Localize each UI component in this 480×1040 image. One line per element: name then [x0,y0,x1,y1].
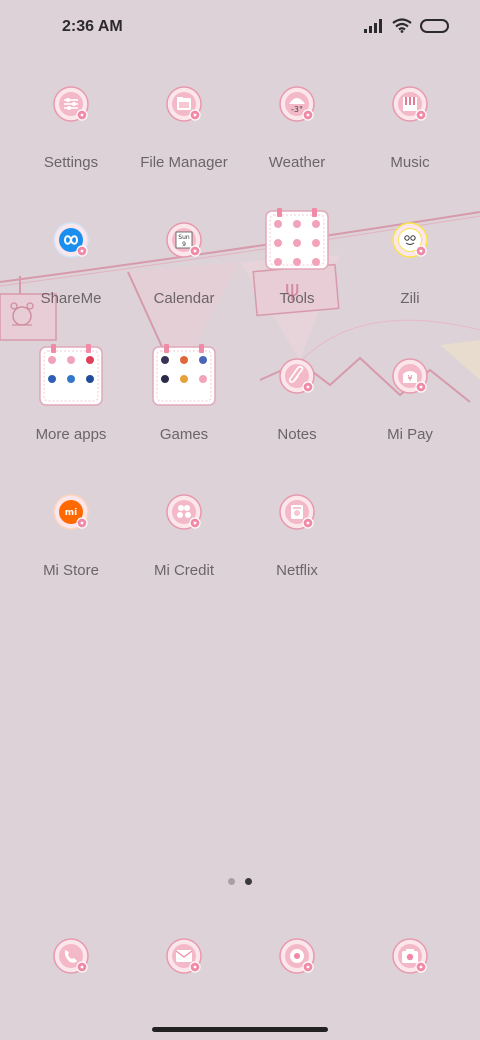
status-icons [364,18,450,33]
app-notes[interactable]: Notes [240,336,354,472]
dock-phone[interactable] [53,938,89,974]
app-mi-credit[interactable]: Mi Credit [127,472,241,608]
app-label: Calendar [153,290,215,307]
svg-text:mi: mi [65,508,77,518]
svg-text:Sun: Sun [178,234,190,241]
app-label: Mi Credit [153,562,214,579]
app-file-manager[interactable]: File Manager [127,64,241,200]
calendar-icon: Sun 9 [166,222,202,258]
settings-icon [53,86,89,122]
phone-icon [53,938,89,974]
dock-camera[interactable] [392,938,428,974]
app-label: Tools [279,290,315,307]
app-label: Zili [400,290,420,307]
browser-icon [279,938,315,974]
svg-text:9: 9 [182,241,186,248]
app-shareme[interactable]: ShareMe [14,200,128,336]
tools-folder-icon [265,208,329,270]
mi-store-icon: mi [53,494,89,530]
page-dot-2[interactable] [245,878,252,885]
zili-icon [392,222,428,258]
app-settings[interactable]: Settings [14,64,128,200]
dock-browser[interactable] [279,938,315,974]
camera-icon [392,938,428,974]
more-apps-folder-icon [39,344,103,406]
status-bar: 2:36 AM [0,0,480,56]
app-mi-store[interactable]: mi Mi Store [14,472,128,608]
app-label: Mi Pay [387,426,433,443]
shareme-icon [53,222,89,258]
folder-icon [166,86,202,122]
app-label: Settings [43,154,99,171]
app-games[interactable]: Games [127,336,241,472]
gesture-bar[interactable] [152,1027,328,1032]
status-time: 2:36 AM [62,18,123,35]
weather-icon: -3° [279,86,315,122]
svg-text:¥: ¥ [407,374,412,383]
app-zili[interactable]: Zili [353,200,467,336]
app-tools[interactable]: Tools [240,200,354,336]
app-more-apps[interactable]: More apps [14,336,128,472]
notes-icon [279,358,315,394]
page-indicator [0,878,480,888]
app-label: Mi Store [43,562,99,579]
app-label: Games [159,426,209,443]
app-label: ShareMe [40,290,102,307]
app-netflix[interactable]: Netflix [240,472,354,608]
dock [0,920,480,992]
app-label: Netflix [276,562,318,579]
mi-credit-icon [166,494,202,530]
page-dot-1[interactable] [228,878,235,885]
app-label: Notes [277,426,317,443]
music-icon [392,86,428,122]
app-label: Music [390,154,430,171]
netflix-icon [279,494,315,530]
dock-messages[interactable] [166,938,202,974]
battery-icon [420,18,449,33]
wifi-icon [392,18,412,33]
signal-icon [364,18,382,33]
app-weather[interactable]: -3° Weather [240,64,354,200]
mi-pay-icon: ¥ [392,358,428,394]
app-label: More apps [35,426,107,443]
messages-icon [166,938,202,974]
app-mi-pay[interactable]: ¥ Mi Pay [353,336,467,472]
svg-text:-3°: -3° [291,105,303,114]
app-label: File Manager [140,154,228,171]
app-calendar[interactable]: Sun 9 Calendar [127,200,241,336]
app-label: Weather [268,154,326,171]
app-music[interactable]: Music [353,64,467,200]
games-folder-icon [152,344,216,406]
